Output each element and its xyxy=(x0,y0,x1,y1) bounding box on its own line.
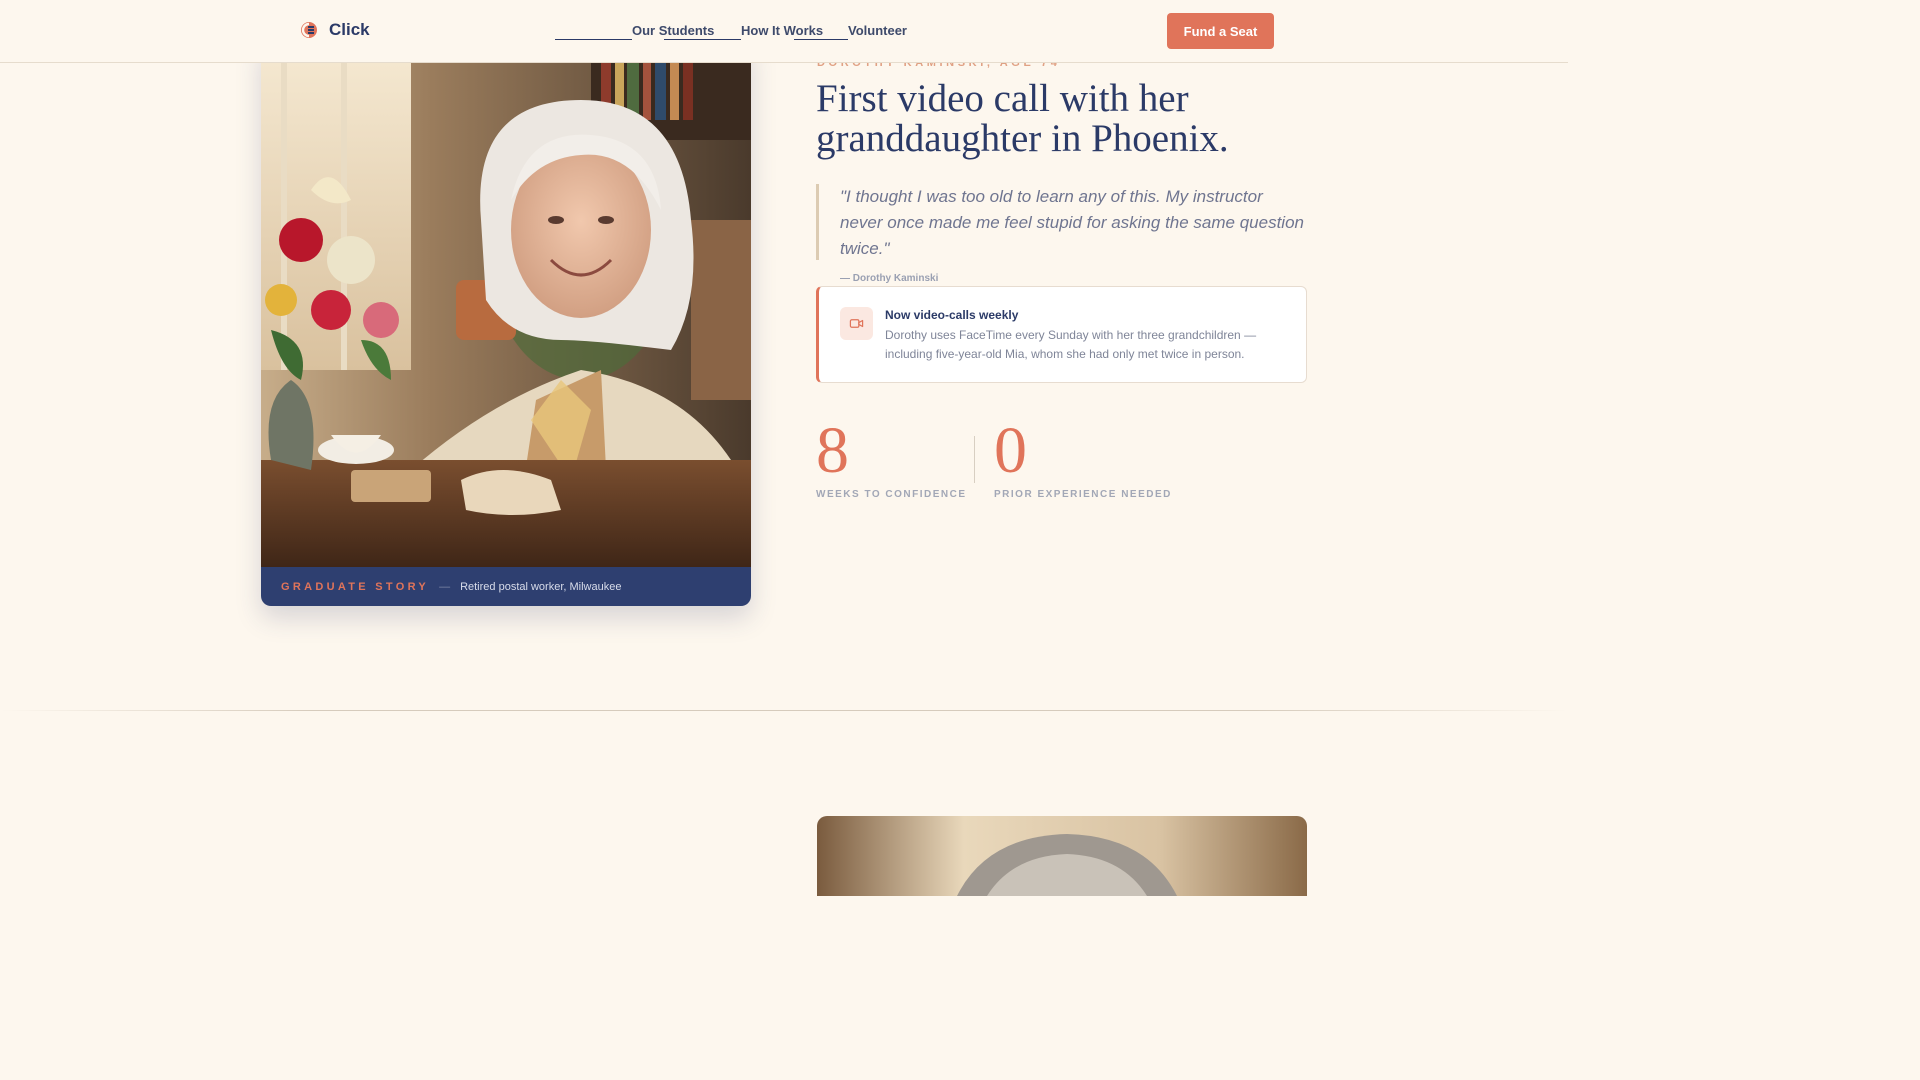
stat-experience: 0 PRIOR EXPERIENCE NEEDED xyxy=(994,414,1172,501)
graduate-occupation: Retired postal worker, Milwaukee xyxy=(460,580,622,593)
next-graduate-photo xyxy=(817,816,1307,896)
stat-label: WEEKS TO CONFIDENCE xyxy=(816,489,967,500)
stat-value: 8 xyxy=(816,414,849,487)
nav-volunteer[interactable]: Volunteer xyxy=(848,23,907,38)
impact-card: Now video-calls weekly Dorothy uses Face… xyxy=(816,286,1307,383)
brand-name: Click xyxy=(329,20,370,39)
stat-weeks: 8 WEEKS TO CONFIDENCE xyxy=(816,414,967,501)
graduate-story-label: GRADUATE STORY xyxy=(281,580,430,593)
nav-underline xyxy=(794,39,848,40)
logo-icon xyxy=(301,22,317,38)
graduate-portrait-image xyxy=(261,40,751,567)
student-quote: "I thought I was too old to learn any of… xyxy=(816,184,1306,284)
brand-logo[interactable]: Click xyxy=(299,20,370,40)
impact-title: Now video-calls weekly xyxy=(885,308,1019,322)
video-camera-icon xyxy=(840,307,873,340)
stat-value: 0 xyxy=(994,414,1027,487)
impact-description: Dorothy uses FaceTime every Sunday with … xyxy=(885,328,1257,361)
nav-underline xyxy=(555,39,632,40)
caption-separator: — xyxy=(439,580,451,593)
nav-how-it-works[interactable]: How It Works xyxy=(741,23,823,38)
site-header: Click Our Students How It Works Voluntee… xyxy=(0,0,1568,63)
stat-divider xyxy=(974,436,975,483)
graduate-photo-card: GRADUATE STORY — Retired postal worker, … xyxy=(261,40,751,606)
photo-caption-bar: GRADUATE STORY — Retired postal worker, … xyxy=(261,567,751,606)
fund-a-seat-button[interactable]: Fund a Seat xyxy=(1167,13,1274,49)
quote-attribution: — Dorothy Kaminski xyxy=(840,273,939,284)
story-headline: First video call with her granddaughter … xyxy=(816,77,1229,160)
nav-underline xyxy=(664,39,741,40)
quote-text: "I thought I was too old to learn any of… xyxy=(840,187,1304,258)
section-divider xyxy=(0,710,1568,711)
stat-label: PRIOR EXPERIENCE NEEDED xyxy=(994,489,1172,500)
nav-our-students[interactable]: Our Students xyxy=(632,23,714,38)
